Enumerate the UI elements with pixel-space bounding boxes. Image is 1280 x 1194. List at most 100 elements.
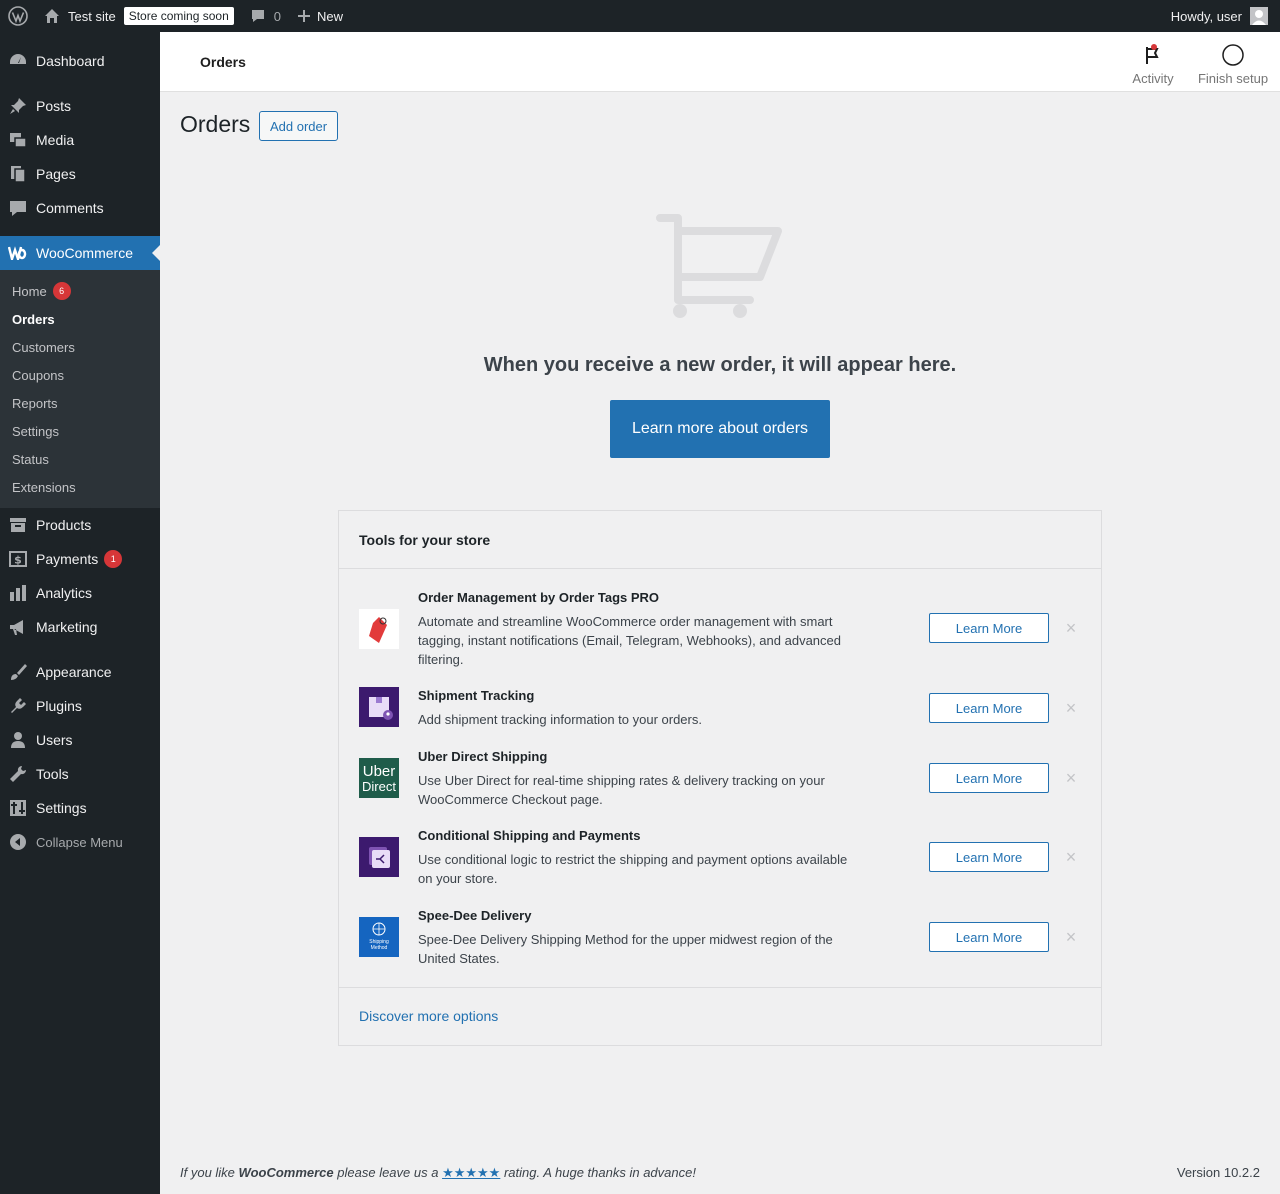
learn-more-button[interactable]: Learn More bbox=[929, 613, 1049, 643]
collapse-menu-button[interactable]: Collapse Menu bbox=[0, 825, 160, 859]
tools-card: Tools for your store Order Management by… bbox=[338, 510, 1102, 1046]
store-status-badge[interactable]: Store coming soon bbox=[123, 7, 234, 25]
tool-name: Order Management by Order Tags PRO bbox=[418, 590, 660, 605]
tool-text: Conditional Shipping and Payments Use co… bbox=[418, 827, 858, 888]
submenu-settings[interactable]: Settings bbox=[0, 417, 160, 445]
add-order-button[interactable]: Add order bbox=[259, 111, 339, 141]
finish-setup-button[interactable]: Finish setup bbox=[1193, 40, 1273, 86]
menu-payments[interactable]: $ Payments 1 bbox=[0, 542, 160, 576]
submenu-label: Status bbox=[12, 451, 49, 467]
notification-dot bbox=[1151, 44, 1157, 50]
plus-icon bbox=[297, 9, 311, 23]
shopping-cart-icon bbox=[650, 205, 790, 328]
comments-link[interactable]: 0 bbox=[242, 0, 289, 32]
payments-icon: $ bbox=[8, 549, 28, 569]
tool-description: Add shipment tracking information to you… bbox=[418, 712, 702, 727]
site-name-link[interactable]: Test site Store coming soon bbox=[36, 0, 242, 32]
footer-text-post: rating. A huge thanks in advance! bbox=[500, 1165, 696, 1180]
woocommerce-header: Orders Activity Finish setup bbox=[160, 32, 1280, 92]
payments-count-badge: 1 bbox=[104, 550, 123, 568]
logo-text: Uber bbox=[362, 763, 396, 780]
version-text: Version 10.2.2 bbox=[1176, 1165, 1260, 1180]
menu-settings[interactable]: Settings bbox=[0, 791, 160, 825]
tool-description: Use conditional logic to restrict the sh… bbox=[418, 852, 848, 886]
menu-appearance[interactable]: Appearance bbox=[0, 655, 160, 689]
menu-comments[interactable]: Comments bbox=[0, 191, 160, 225]
globe-icon bbox=[372, 922, 386, 936]
submenu-orders[interactable]: Orders bbox=[0, 305, 160, 333]
activity-button[interactable]: Activity bbox=[1113, 40, 1193, 86]
comments-count: 0 bbox=[273, 8, 281, 24]
footer-rating-text: If you like WooCommerce please leave us … bbox=[180, 1165, 696, 1181]
finish-setup-label: Finish setup bbox=[1197, 71, 1269, 86]
logo-text-2: Direct bbox=[362, 779, 396, 794]
learn-more-button[interactable]: Learn More bbox=[929, 922, 1049, 952]
menu-posts[interactable]: Posts bbox=[0, 89, 160, 123]
conditional-logic-logo-icon bbox=[359, 837, 399, 877]
collapse-arrow-icon bbox=[8, 832, 28, 852]
tool-text: Shipment Tracking Add shipment tracking … bbox=[418, 687, 858, 729]
submenu-coupons[interactable]: Coupons bbox=[0, 361, 160, 389]
learn-more-button[interactable]: Learn More bbox=[929, 763, 1049, 793]
dismiss-icon[interactable]: × bbox=[1064, 699, 1078, 717]
tool-description: Automate and streamline WooCommerce orde… bbox=[418, 614, 841, 667]
menu-plugins[interactable]: Plugins bbox=[0, 689, 160, 723]
woocommerce-submenu: Home 6 Orders Customers Coupons Reports … bbox=[0, 270, 160, 508]
tool-text: Order Management by Order Tags PRO Autom… bbox=[418, 589, 858, 669]
dismiss-icon[interactable]: × bbox=[1064, 928, 1078, 946]
menu-dashboard[interactable]: Dashboard bbox=[0, 44, 160, 78]
activity-label: Activity bbox=[1132, 71, 1174, 86]
wordpress-logo-icon[interactable] bbox=[0, 0, 36, 32]
learn-more-orders-button[interactable]: Learn more about orders bbox=[610, 400, 830, 458]
svg-text:$: $ bbox=[14, 554, 22, 567]
sliders-icon bbox=[8, 798, 28, 818]
submenu-label: Settings bbox=[12, 423, 59, 439]
pin-icon bbox=[8, 96, 28, 116]
shipping-method-logo: Shipping Method bbox=[359, 917, 399, 957]
menu-tools[interactable]: Tools bbox=[0, 757, 160, 791]
menu-analytics[interactable]: Analytics bbox=[0, 576, 160, 610]
menu-pages[interactable]: Pages bbox=[0, 157, 160, 191]
progress-ring-icon bbox=[1221, 43, 1245, 67]
dashboard-icon bbox=[8, 51, 28, 71]
avatar bbox=[1250, 7, 1268, 25]
menu-users[interactable]: Users bbox=[0, 723, 160, 757]
menu-label: Products bbox=[36, 517, 92, 533]
submenu-home[interactable]: Home 6 bbox=[0, 277, 160, 305]
new-label: New bbox=[316, 8, 343, 24]
flag-icon bbox=[1143, 43, 1163, 67]
submenu-label: Extensions bbox=[12, 479, 76, 495]
discover-more-link[interactable]: Discover more options bbox=[359, 1008, 498, 1024]
comment-icon bbox=[8, 198, 28, 218]
menu-label: Dashboard bbox=[36, 53, 105, 69]
menu-media[interactable]: Media bbox=[0, 123, 160, 157]
home-count-badge: 6 bbox=[52, 282, 71, 300]
menu-label: Marketing bbox=[36, 619, 98, 635]
menu-woocommerce[interactable]: WooCommerce bbox=[0, 236, 160, 270]
dismiss-icon[interactable]: × bbox=[1064, 848, 1078, 866]
dismiss-icon[interactable]: × bbox=[1064, 769, 1078, 787]
menu-label: Media bbox=[36, 132, 75, 148]
logo-text-2: Method bbox=[370, 945, 388, 951]
comment-icon bbox=[250, 8, 266, 24]
media-icon bbox=[8, 130, 28, 150]
submenu-status[interactable]: Status bbox=[0, 445, 160, 473]
bar-chart-icon bbox=[8, 583, 28, 603]
dismiss-icon[interactable]: × bbox=[1064, 619, 1078, 637]
learn-more-button[interactable]: Learn More bbox=[929, 693, 1049, 723]
submenu-customers[interactable]: Customers bbox=[0, 333, 160, 361]
uber-direct-logo: Uber Direct bbox=[359, 758, 399, 798]
tool-name: Conditional Shipping and Payments bbox=[418, 828, 641, 843]
new-content-link[interactable]: New bbox=[289, 0, 351, 32]
submenu-extensions[interactable]: Extensions bbox=[0, 473, 160, 501]
menu-marketing[interactable]: Marketing bbox=[0, 610, 160, 644]
rating-stars-link[interactable]: ★★★★★ bbox=[442, 1165, 500, 1180]
howdy-text: Howdy, user bbox=[1170, 8, 1242, 24]
menu-products[interactable]: Products bbox=[0, 508, 160, 542]
box-location-logo-icon bbox=[359, 687, 399, 727]
submenu-label: Orders bbox=[12, 311, 55, 327]
account-menu[interactable]: Howdy, user bbox=[1163, 0, 1280, 32]
learn-more-button[interactable]: Learn More bbox=[929, 842, 1049, 872]
submenu-reports[interactable]: Reports bbox=[0, 389, 160, 417]
tool-name: Shipment Tracking bbox=[418, 688, 535, 703]
